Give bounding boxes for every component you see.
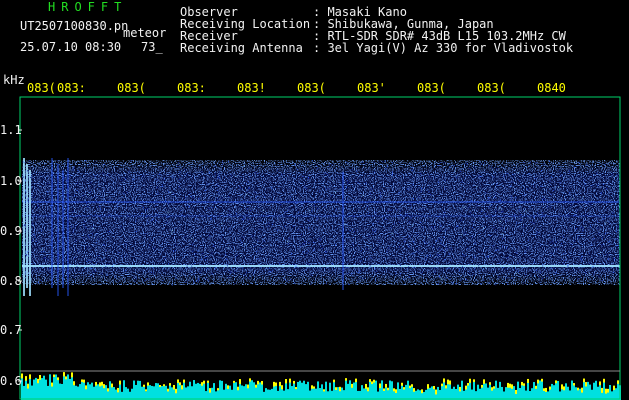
time-tick: 083' <box>357 81 386 95</box>
file-name: UT2507100830.pn <box>20 19 129 33</box>
freq-tick-label: 0.9 <box>0 224 22 238</box>
freq-tick-label: 0.8 <box>0 274 22 288</box>
time-tick: 083( <box>297 81 326 95</box>
freq-tick-label: 0.6 <box>0 374 22 388</box>
freq-tick-label: 1.0 <box>0 174 22 188</box>
time-tick: 083( <box>417 81 446 95</box>
freq-tick-label: 1.1 <box>0 123 22 137</box>
mode-label: meteor <box>123 26 167 40</box>
time-tick: 0840 <box>537 81 566 95</box>
hrofft-screen: HROFFT UT2507100830.pn meteor 25.07.10 0… <box>0 0 629 400</box>
date-time: 25.07.10 08:30 <box>20 40 122 54</box>
time-tick: 083( <box>27 81 56 95</box>
time-tick: 083: <box>177 81 206 95</box>
time-tick: 083! <box>237 81 266 95</box>
time-tick: 083: <box>57 81 86 95</box>
freq-tick-label: 0.7 <box>0 323 22 337</box>
time-tick: 083( <box>477 81 506 95</box>
freq-unit-label: kHz <box>3 73 25 87</box>
spectrogram <box>18 96 621 400</box>
antenna-label: Receiving Antenna <box>180 41 303 55</box>
echo-count: 73_ <box>141 40 163 54</box>
app-brand: HROFFT <box>48 0 128 14</box>
antenna-value: : 3el Yagi(V) Az 330 for Vladivostok <box>313 41 574 55</box>
time-tick: 083( <box>117 81 146 95</box>
